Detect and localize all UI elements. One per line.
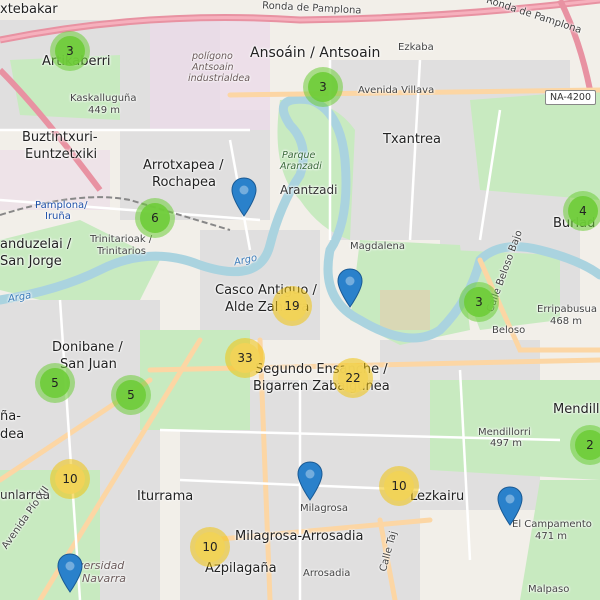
label-mendillorri: Mendill <box>553 402 600 417</box>
cluster-count: 19 <box>284 299 300 313</box>
cluster-marker[interactable]: 33 <box>225 338 265 378</box>
label-avenida-villava: Avenida Villava <box>358 85 435 96</box>
label-trinitarios: Trinitarios <box>97 246 146 257</box>
label-milagrosa-arrosadia: Milagrosa-Arrosadia <box>235 529 364 544</box>
cluster-marker[interactable]: 5 <box>111 375 151 415</box>
map-canvas[interactable]: xtebakar Artikaberri Kaskalluguña 449 m … <box>0 0 600 600</box>
cluster-count: 3 <box>66 44 74 58</box>
label-kaskalluguna: Kaskalluguña <box>70 93 137 104</box>
cluster-count: 10 <box>62 472 78 486</box>
label-magdalena: Magdalena <box>350 241 405 252</box>
map-pin-marker[interactable] <box>231 177 257 217</box>
label-rochapea: Rochapea <box>152 175 216 190</box>
label-euntzetxiki: Euntzetxiki <box>25 147 98 162</box>
cluster-marker[interactable]: 10 <box>379 466 419 506</box>
label-kaskalluguna-elevation: 449 m <box>88 105 121 116</box>
cluster-marker[interactable]: 10 <box>50 459 90 499</box>
label-milagrosa: Milagrosa <box>300 503 349 514</box>
cluster-count: 10 <box>391 479 407 493</box>
cluster-count: 33 <box>237 351 253 365</box>
label-san-jorge: San Jorge <box>0 254 62 269</box>
label-el-campamento-elevation: 471 m <box>535 531 568 542</box>
label-ea: dea <box>0 427 25 442</box>
label-iturrama: Iturrama <box>137 489 194 504</box>
cluster-marker[interactable]: 4 <box>563 191 600 231</box>
cluster-count: 6 <box>151 211 159 225</box>
label-donibane: Donibane / <box>52 340 123 355</box>
label-universidad-2: Navarra <box>82 572 127 585</box>
cluster-count: 4 <box>579 204 587 218</box>
label-lezkairu: Lezkairu <box>410 489 465 504</box>
label-malpaso: Malpaso <box>528 584 570 595</box>
label-artikaberri-top: xtebakar <box>0 2 58 17</box>
map-pin-marker[interactable] <box>497 486 523 526</box>
map-pin-marker[interactable] <box>337 268 363 308</box>
label-arantzadi: Arantzadi <box>280 183 338 197</box>
map-pin-marker[interactable] <box>297 461 323 501</box>
label-erripabusua: Erripabusua <box>537 304 597 315</box>
label-mendillorri-elevation: 497 m <box>490 438 523 449</box>
label-trinitarioak: Trinitarioak / <box>90 234 153 245</box>
cluster-marker[interactable]: 3 <box>459 282 499 322</box>
label-buztintxuri: Buztintxuri- <box>22 130 98 145</box>
label-pamplona-station-2: Iruña <box>45 211 71 222</box>
cluster-count: 22 <box>345 371 361 385</box>
label-txantrea: Txantrea <box>383 132 441 147</box>
label-universidad-1: versidad <box>77 559 125 572</box>
label-poligono-3: industrialdea <box>188 73 251 84</box>
label-el-campamento: El Campamento <box>512 519 592 530</box>
cluster-marker[interactable]: 19 <box>272 286 312 326</box>
label-ezkaba: Ezkaba <box>398 42 434 53</box>
label-erripabusua-elevation: 468 m <box>550 316 583 327</box>
cluster-marker[interactable]: 10 <box>190 527 230 567</box>
label-beloso: Beloso <box>492 325 526 336</box>
label-arrotxapea: Arrotxapea / <box>143 158 224 173</box>
road-shield-na4200: NA-4200 <box>545 90 597 105</box>
cluster-marker[interactable]: 3 <box>50 31 90 71</box>
label-ermitagana: ña- <box>0 409 21 424</box>
cluster-marker[interactable]: 3 <box>303 67 343 107</box>
cluster-marker[interactable]: 22 <box>333 358 373 398</box>
cluster-count: 3 <box>475 295 483 309</box>
label-ansoain: Ansoáin / Antsoain <box>250 45 381 61</box>
label-parque-2: Aranzadi <box>280 161 322 172</box>
label-mendillorri-peak: Mendillorri <box>478 427 531 438</box>
cluster-count: 3 <box>319 80 327 94</box>
cluster-count: 2 <box>586 438 594 452</box>
cluster-count: 10 <box>202 540 218 554</box>
label-pamplona-station: Pamplona/ <box>35 200 88 211</box>
cluster-marker[interactable]: 6 <box>135 198 175 238</box>
cluster-count: 5 <box>127 388 135 402</box>
map-pin-marker[interactable] <box>57 553 83 593</box>
label-landuzelai: anduzelai / <box>0 237 72 252</box>
cluster-count: 5 <box>51 376 59 390</box>
label-arrosadia: Arrosadia <box>303 568 351 579</box>
cluster-marker[interactable]: 5 <box>35 363 75 403</box>
